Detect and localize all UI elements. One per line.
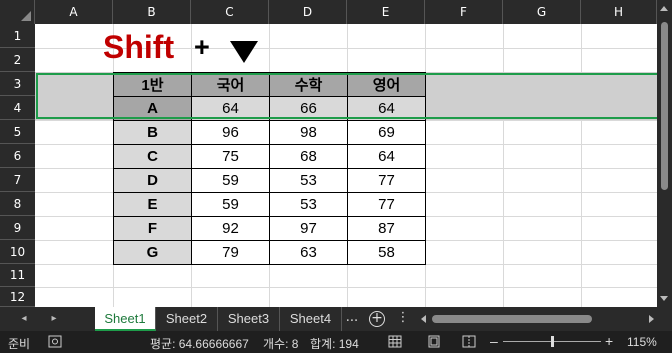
accessibility-icon[interactable] [48, 335, 62, 348]
column-header-h[interactable]: H [581, 0, 657, 24]
score-cell[interactable]: 63 [269, 240, 348, 265]
score-cell[interactable]: 59 [191, 192, 270, 217]
scroll-left-icon[interactable] [421, 315, 426, 323]
sheet-tab-sheet1[interactable]: Sheet1 [95, 307, 156, 331]
row-header-7[interactable]: 7 [0, 168, 35, 192]
vertical-scroll-thumb[interactable] [661, 22, 668, 190]
sheet-tab-bar: ◂ ▸ Sheet1 Sheet2 Sheet3 Sheet4 ... + ⋮ [0, 307, 672, 331]
column-header-b[interactable]: B [113, 0, 191, 24]
score-cell[interactable]: 92 [191, 216, 270, 241]
score-cell[interactable]: 58 [347, 240, 426, 265]
row-header-11[interactable]: 11 [0, 264, 35, 287]
student-name-cell[interactable]: C [113, 144, 192, 169]
row-header-1[interactable]: 1 [0, 24, 35, 48]
row-header-4[interactable]: 4 [0, 96, 35, 120]
horizontal-scroll-thumb[interactable] [432, 315, 592, 323]
student-name-cell[interactable]: F [113, 216, 192, 241]
row-header-12[interactable]: 12 [0, 287, 35, 307]
more-sheets-button[interactable]: ... [342, 307, 362, 331]
score-cell[interactable]: 77 [347, 168, 426, 193]
zoom-in-icon[interactable]: + [605, 333, 613, 349]
score-cell[interactable]: 53 [269, 192, 348, 217]
zoom-out-icon[interactable]: – [490, 333, 498, 349]
scroll-down-icon[interactable] [660, 296, 668, 301]
next-sheet-icon[interactable]: ▸ [44, 307, 64, 331]
score-cell[interactable]: 96 [191, 120, 270, 145]
score-cell[interactable]: 53 [269, 168, 348, 193]
sheet-tab-sheet4[interactable]: Sheet4 [280, 307, 342, 331]
horizontal-scrollbar[interactable] [418, 311, 657, 327]
vertical-scrollbar[interactable] [657, 0, 672, 307]
spreadsheet-grid[interactable]: ABCDEFGH 1 2 3 4 5 6 7 8 9 10 11 12 Shift + 1반 국어 수학 영… [0, 0, 657, 307]
student-name-cell[interactable]: D [113, 168, 192, 193]
plus-label: + [194, 32, 210, 62]
column-header-g[interactable]: G [503, 0, 581, 24]
score-cell[interactable]: 69 [347, 120, 426, 145]
gridline [35, 287, 657, 288]
shift-label: Shift [103, 29, 175, 65]
sheet-tab-sheet2[interactable]: Sheet2 [156, 307, 218, 331]
score-cell[interactable]: 87 [347, 216, 426, 241]
student-name-cell[interactable]: B [113, 120, 192, 145]
student-name-cell[interactable]: E [113, 192, 192, 217]
column-header-f[interactable]: F [425, 0, 503, 24]
count-value: 개수: 8 [263, 337, 299, 351]
score-cell[interactable]: 77 [347, 192, 426, 217]
score-cell[interactable]: 75 [191, 144, 270, 169]
score-cell[interactable]: 68 [269, 144, 348, 169]
page-layout-icon[interactable] [427, 335, 441, 348]
score-cell[interactable]: 59 [191, 168, 270, 193]
score-cell[interactable]: 97 [269, 216, 348, 241]
zoom-slider-thumb[interactable] [551, 336, 554, 347]
score-cell[interactable]: 64 [347, 144, 426, 169]
row-header-2[interactable]: 2 [0, 48, 35, 72]
score-cell[interactable]: 98 [269, 120, 348, 145]
row-header-10[interactable]: 10 [0, 240, 35, 264]
row-header-6[interactable]: 6 [0, 144, 35, 168]
tab-menu-icon[interactable]: ⋮ [396, 307, 410, 331]
column-header-e[interactable]: E [347, 0, 425, 24]
normal-view-icon[interactable] [388, 335, 402, 348]
select-all-corner[interactable] [0, 0, 35, 24]
row-header-9[interactable]: 9 [0, 216, 35, 240]
ready-status: 준비 [8, 337, 31, 351]
scroll-up-icon[interactable] [660, 6, 668, 11]
column-header-c[interactable]: C [191, 0, 269, 24]
down-arrow-icon [230, 41, 258, 63]
sheet-tab-sheet3[interactable]: Sheet3 [218, 307, 280, 331]
student-name-cell[interactable]: G [113, 240, 192, 265]
add-sheet-icon[interactable]: + [369, 311, 385, 327]
zoom-level[interactable]: 115% [627, 335, 657, 349]
column-header-d[interactable]: D [269, 0, 347, 24]
status-bar: 준비 평균: 64.66666667 개수: 8 합계: 194 – + 115… [0, 331, 672, 353]
column-header-a[interactable]: A [35, 0, 113, 24]
row-header-8[interactable]: 8 [0, 192, 35, 216]
scroll-right-icon[interactable] [649, 315, 654, 323]
score-cell[interactable]: 79 [191, 240, 270, 265]
average-value: 평균: 64.66666667 [150, 337, 249, 351]
prev-sheet-icon[interactable]: ◂ [14, 307, 34, 331]
row-header-3[interactable]: 3 [0, 72, 35, 96]
selection-border [36, 73, 657, 119]
sum-value: 합계: 194 [310, 337, 359, 351]
row-header-5[interactable]: 5 [0, 120, 35, 144]
page-break-preview-icon[interactable] [462, 335, 476, 348]
